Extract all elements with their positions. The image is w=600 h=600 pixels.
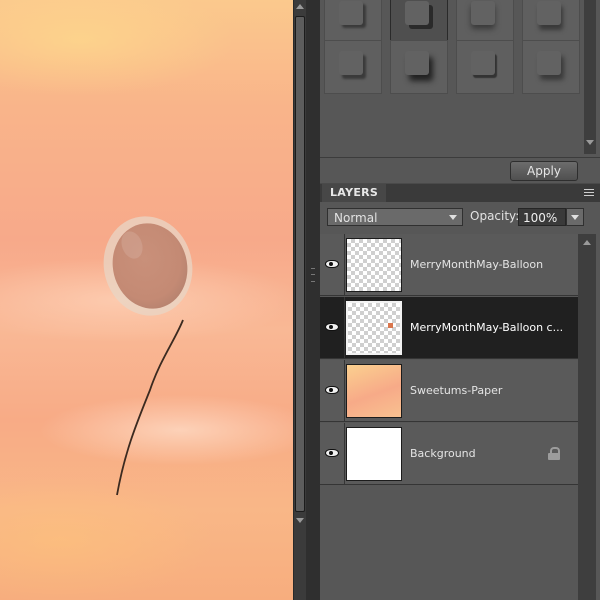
chevron-down-icon [449, 215, 457, 220]
eye-icon[interactable] [325, 260, 339, 268]
effect-tile-3[interactable] [456, 0, 514, 44]
layer-thumbnail [346, 427, 402, 481]
canvas-scroll-thumb[interactable] [295, 16, 305, 512]
effect-tile-6[interactable] [390, 40, 448, 94]
blend-mode-select[interactable]: Normal [327, 208, 463, 226]
scroll-up-arrow-icon[interactable] [296, 4, 304, 9]
visibility-toggle[interactable] [320, 234, 345, 296]
panel-divider[interactable] [306, 0, 320, 600]
scroll-up-arrow-icon[interactable] [583, 240, 591, 245]
styles-scrollbar[interactable] [584, 0, 596, 154]
eye-icon[interactable] [325, 386, 339, 394]
scroll-down-arrow-icon[interactable] [296, 518, 304, 523]
layer-thumbnail [346, 301, 402, 355]
layer-name: MerryMonthMay-Balloon [410, 258, 544, 271]
opacity-input[interactable]: 100% [518, 208, 566, 226]
lock-icon [548, 447, 560, 460]
layer-row[interactable]: MerryMonthMay-Balloon [320, 234, 578, 296]
layer-row[interactable]: Sweetums-Paper [320, 360, 578, 422]
layer-row[interactable]: MerryMonthMay-Balloon c... [320, 297, 578, 359]
canvas-artwork [103, 216, 193, 496]
opacity-label: Opacity: [470, 209, 520, 223]
effect-tile-4[interactable] [522, 0, 580, 44]
panel-menu-icon[interactable] [584, 189, 594, 197]
effect-tile-2[interactable] [390, 0, 448, 44]
layers-scrollbar[interactable] [578, 234, 596, 600]
visibility-toggle[interactable] [320, 360, 345, 422]
document-canvas[interactable] [0, 0, 293, 600]
layer-thumbnail [346, 238, 402, 292]
effect-tile-5[interactable] [324, 40, 382, 94]
balloon-string [116, 319, 184, 496]
eye-icon[interactable] [325, 449, 339, 457]
layers-panel-header: LAYERS [320, 184, 600, 202]
layer-thumbnail [346, 364, 402, 418]
layer-name: MerryMonthMay-Balloon c... [410, 321, 564, 334]
tab-layers[interactable]: LAYERS [322, 184, 387, 202]
eye-icon[interactable] [325, 323, 339, 331]
layer-row[interactable]: Background [320, 423, 578, 485]
effect-tile-8[interactable] [522, 40, 580, 94]
layer-name: Background [410, 447, 476, 460]
chevron-down-icon [571, 215, 579, 220]
blend-mode-value: Normal [334, 211, 378, 225]
visibility-toggle[interactable] [320, 297, 345, 359]
visibility-toggle[interactable] [320, 423, 345, 485]
styles-panel: Apply [320, 0, 600, 183]
opacity-dropdown-button[interactable] [566, 208, 584, 226]
divider [320, 157, 600, 158]
layer-name: Sweetums-Paper [410, 384, 503, 397]
layers-panel: Normal Opacity: 100% MerryMonthMay-Ballo… [320, 202, 600, 600]
canvas-scrollbar[interactable] [294, 0, 306, 600]
effect-tile-1[interactable] [324, 0, 382, 44]
apply-button[interactable]: Apply [510, 161, 578, 181]
divider-grip-icon[interactable] [311, 268, 315, 282]
effect-tile-7[interactable] [456, 40, 514, 94]
scroll-down-arrow-icon[interactable] [586, 140, 594, 145]
